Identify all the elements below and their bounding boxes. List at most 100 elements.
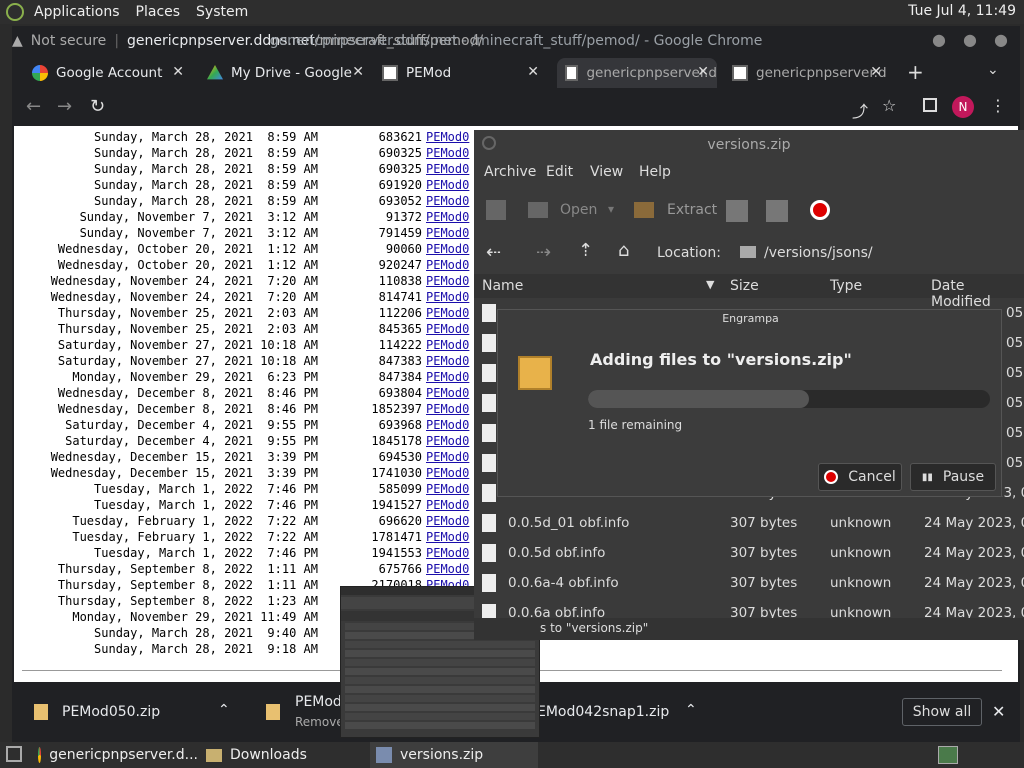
download-item[interactable]: PEMod050.zip ⌃ [12,686,252,742]
location-path[interactable]: /versions/jsons/ [764,245,873,261]
name-column-header[interactable]: Name [482,278,523,294]
chevron-up-icon[interactable]: ⌃ [218,702,230,718]
tab-search-chevron-icon[interactable]: ⌄ [987,62,999,78]
close-icon[interactable]: ✕ [870,64,882,80]
places-menu[interactable]: Places [136,4,181,20]
listing-link[interactable]: PEMod0 [426,546,469,560]
listing-link[interactable]: PEMod0 [426,354,469,368]
menu-kebab-icon[interactable]: ⋮ [990,96,1006,115]
taskbar-item-versions-zip[interactable]: versions.zip [370,742,538,768]
listing-link[interactable]: PEMod0 [426,162,469,176]
listing-link[interactable]: PEMod0 [426,418,469,432]
listing-link[interactable]: PEMod0 [426,146,469,160]
listing-link[interactable]: PEMod0 [426,562,469,576]
applications-menu[interactable]: Applications [34,4,120,20]
listing-link[interactable]: PEMod0 [426,194,469,208]
file-row[interactable]: 0.0.6a-4 obf.info 307 bytes unknown 24 May … [474,568,1024,598]
back-icon[interactable]: ← [26,96,41,117]
tab-pemod[interactable]: PEMod ✕ [382,58,547,88]
forward-icon[interactable]: ⇢ [536,242,551,263]
edit-menu[interactable]: Edit [546,164,573,180]
extract-icon[interactable] [634,202,654,218]
help-menu[interactable]: Help [639,164,671,180]
taskbar-item-chrome[interactable]: genericpnpserver.d... [38,742,198,768]
show-all-button[interactable]: Show all [902,698,982,726]
listing-row: Wednesday, November 24, 2021 7:20 AM 8147… [14,290,474,306]
tab-genericpnpserver-1[interactable]: genericpnpserver.d ✕ [557,58,717,88]
extract-button[interactable]: Extract [667,202,717,218]
listing-link[interactable]: PEMod0 [426,306,469,320]
download-item[interactable]: EMod042snap1.zip ⌃ [537,686,717,742]
listing-link[interactable]: PEMod0 [426,178,469,192]
listing-link[interactable]: PEMod0 [426,130,469,144]
listing-link[interactable]: PEMod0 [426,258,469,272]
listing-link[interactable]: PEMod0 [426,530,469,544]
thumbnail-row [345,650,535,657]
tab-google-account[interactable]: Google Account ✕ [32,58,192,88]
open-dropdown-icon[interactable]: ▾ [608,202,614,216]
back-icon[interactable]: ⇠ [486,242,501,263]
file-row[interactable]: 0.0.5d obf.info 307 bytes unknown 24 May 20… [474,538,1024,568]
cancel-button[interactable]: Cancel [818,463,902,491]
taskbar-item-downloads[interactable]: Downloads [206,742,346,768]
tab-genericpnpserver-2[interactable]: genericpnpserver.d ✕ [730,58,890,88]
new-archive-icon[interactable] [486,200,506,220]
listing-link[interactable]: PEMod0 [426,338,469,352]
view-menu[interactable]: View [590,164,623,180]
tray-app-icon[interactable] [938,746,958,764]
download-item[interactable]: PEMod Removed [260,686,351,742]
listing-link[interactable]: PEMod0 [426,386,469,400]
home-icon[interactable]: ⌂ [618,240,629,261]
file-row[interactable]: 0.0.5d_01 obf.info 307 bytes unknown 24 May… [474,508,1024,538]
size-column-header[interactable]: Size [730,278,759,294]
file-icon [482,544,496,562]
reload-icon[interactable]: ↻ [90,96,105,117]
close-icon[interactable]: ✕ [992,702,1005,721]
side-panel-icon[interactable] [923,98,937,112]
add-folder-icon[interactable] [766,200,788,222]
show-desktop-icon[interactable] [6,746,22,762]
listing-link[interactable]: PEMod0 [426,242,469,256]
type-column-header[interactable]: Type [830,278,862,294]
listing-link[interactable]: PEMod0 [426,274,469,288]
listing-link[interactable]: PEMod0 [426,290,469,304]
close-icon[interactable]: ✕ [697,64,709,80]
new-tab-icon[interactable]: + [907,60,924,84]
listing-link[interactable]: PEMod0 [426,450,469,464]
chevron-up-icon[interactable]: ⌃ [685,702,697,718]
listing-link[interactable]: PEMod0 [426,370,469,384]
listing-row: Wednesday, December 15, 2021 3:39 PM 1741… [14,466,474,482]
listing-link[interactable]: PEMod0 [426,322,469,336]
share-icon[interactable]: ⤴ [852,98,868,122]
system-menu[interactable]: System [196,4,248,20]
progress-dialog: Engrampa Adding files to "versions.zip" … [497,309,1002,497]
open-icon[interactable] [528,202,548,218]
file-type: unknown [830,575,892,591]
close-icon[interactable]: ✕ [352,64,364,80]
listing-link[interactable]: PEMod0 [426,402,469,416]
profile-avatar[interactable]: N [952,96,974,118]
listing-link[interactable]: PEMod0 [426,210,469,224]
window-menu-icon[interactable] [482,136,496,150]
listing-link[interactable]: PEMod0 [426,226,469,240]
open-button[interactable]: Open [560,202,597,218]
bookmark-star-icon[interactable]: ☆ [882,96,896,115]
window-controls[interactable]: ● ● ● [932,30,1014,49]
stop-icon[interactable] [810,200,830,220]
tab-my-drive[interactable]: My Drive - Google ✕ [207,58,372,88]
up-icon[interactable]: ⇡ [578,240,593,261]
pause-button[interactable]: ▮▮ Pause [910,463,996,491]
add-files-icon[interactable] [726,200,748,222]
file-row[interactable]: 0.0.6a obf.info 307 bytes unknown 24 May 20… [474,598,1024,618]
listing-link[interactable]: PEMod0 [426,466,469,480]
listing-link[interactable]: PEMod0 [426,482,469,496]
close-icon[interactable]: ✕ [527,64,539,80]
listing-link[interactable]: PEMod0 [426,498,469,512]
archive-menu[interactable]: Archive [484,164,536,180]
listing-link[interactable]: PEMod0 [426,434,469,448]
clock[interactable]: Tue Jul 4, 11:49 [908,3,1016,19]
close-icon[interactable]: ✕ [172,64,184,80]
mate-logo-icon[interactable] [6,3,24,21]
forward-icon[interactable]: → [57,96,72,117]
listing-link[interactable]: PEMod0 [426,514,469,528]
